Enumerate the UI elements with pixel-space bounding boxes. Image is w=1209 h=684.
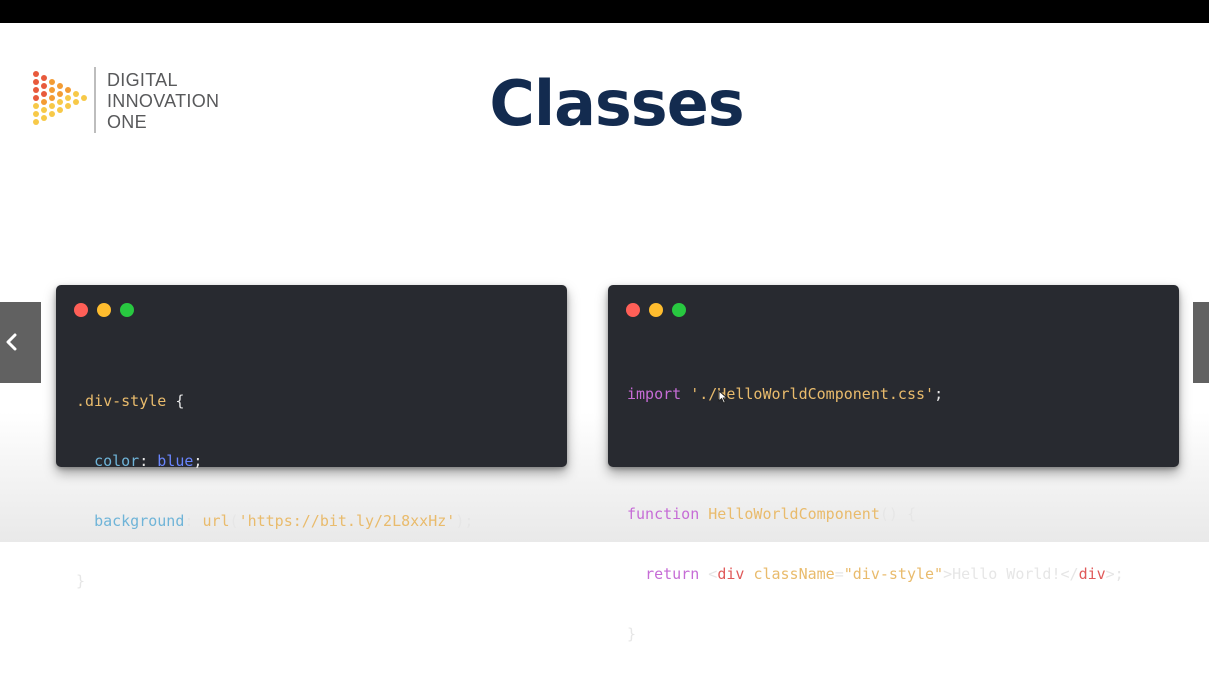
slide-title: Classes [489, 67, 744, 140]
jsx-code-window: import './HelloWorldComponent.css'; func… [608, 285, 1179, 643]
code-line: .div-style { [76, 391, 473, 411]
next-slide-button[interactable] [1193, 302, 1209, 383]
code-punctuation: = [834, 565, 844, 583]
jsx-attribute: className [753, 565, 835, 583]
maximize-dot-icon [120, 303, 134, 317]
css-property: background [94, 512, 185, 530]
code-punctuation: >; [1105, 565, 1124, 583]
js-keyword: return [645, 565, 700, 583]
css-string: 'https://bit.ly/2L8xxHz' [238, 512, 456, 530]
jsx-tag: div [1078, 565, 1106, 583]
minimize-dot-icon [649, 303, 663, 317]
chevron-left-icon [6, 333, 17, 351]
code-punctuation: ( [229, 512, 239, 530]
code-line: color: blue; [76, 451, 473, 471]
css-code-block: .div-style { color: blue; background: ur… [76, 351, 473, 631]
code-punctuation: ; [934, 385, 944, 403]
slide-title-container: Classes [0, 67, 1209, 140]
mouse-pointer-icon [718, 390, 729, 404]
video-top-bar [0, 0, 1209, 23]
code-punctuation: ); [455, 512, 474, 530]
code-line: function HelloWorldComponent() { [627, 504, 1124, 524]
code-line: } [627, 624, 1124, 644]
code-line-empty [627, 444, 1124, 464]
code-line: background: url('https://bit.ly/2L8xxHz'… [76, 511, 473, 531]
js-keyword: function [627, 505, 700, 523]
code-punctuation: } [76, 572, 86, 590]
window-controls [74, 303, 143, 318]
code-line: } [76, 571, 473, 591]
css-code-window: .div-style { color: blue; background: ur… [56, 285, 567, 590]
code-punctuation: < [708, 565, 718, 583]
jsx-tag: div [717, 565, 745, 583]
css-value: blue [157, 452, 194, 470]
jsx-text: >Hello World!</ [943, 565, 1079, 583]
code-punctuation: { [166, 392, 185, 410]
window-controls [626, 303, 695, 318]
css-function: url [202, 512, 230, 530]
code-punctuation: () { [879, 505, 916, 523]
maximize-dot-icon [672, 303, 686, 317]
css-property: color [94, 452, 140, 470]
close-dot-icon [74, 303, 88, 317]
close-dot-icon [626, 303, 640, 317]
css-selector: .div-style [76, 392, 167, 410]
js-keyword: import [627, 385, 682, 403]
minimize-dot-icon [97, 303, 111, 317]
code-punctuation: } [627, 625, 637, 643]
previous-slide-button[interactable] [0, 302, 41, 383]
jsx-code-block: import './HelloWorldComponent.css'; func… [627, 344, 1124, 684]
code-punctuation: ; [193, 452, 203, 470]
code-line: return <div className="div-style">Hello … [627, 564, 1124, 584]
code-punctuation: : [184, 512, 203, 530]
presentation-slide: DIGITAL INNOVATION ONE Classes .div-styl… [0, 23, 1209, 643]
jsx-attribute-value: "div-style" [843, 565, 944, 583]
code-line: import './HelloWorldComponent.css'; [627, 384, 1124, 404]
js-function-name: HelloWorldComponent [708, 505, 880, 523]
code-punctuation: : [139, 452, 158, 470]
